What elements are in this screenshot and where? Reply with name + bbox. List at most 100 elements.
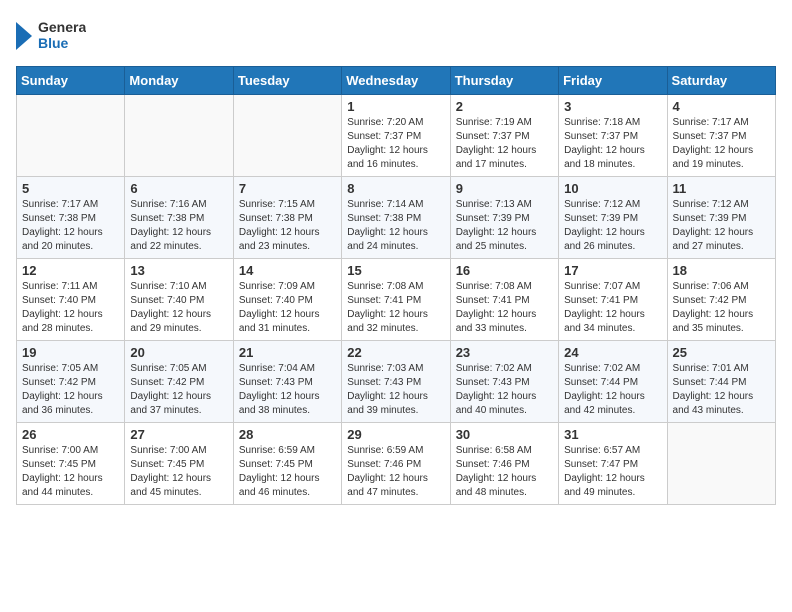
day-number: 10 xyxy=(564,181,661,196)
day-number: 4 xyxy=(673,99,770,114)
day-number: 28 xyxy=(239,427,336,442)
calendar-cell xyxy=(667,423,775,505)
weekday-header-sunday: Sunday xyxy=(17,67,125,95)
calendar-cell: 2Sunrise: 7:19 AM Sunset: 7:37 PM Daylig… xyxy=(450,95,558,177)
day-info: Sunrise: 7:04 AM Sunset: 7:43 PM Dayligh… xyxy=(239,362,336,418)
day-info: Sunrise: 7:08 AM Sunset: 7:41 PM Dayligh… xyxy=(456,280,553,336)
day-number: 16 xyxy=(456,263,553,278)
day-number: 29 xyxy=(347,427,444,442)
calendar-cell: 23Sunrise: 7:02 AM Sunset: 7:43 PM Dayli… xyxy=(450,341,558,423)
calendar-cell: 16 Sunrise: 7:08 AM Sunset: 7:41 PM Dayli… xyxy=(450,259,558,341)
calendar-cell: 13 Sunrise: 7:10 AM Sunset: 7:40 PM Dayli… xyxy=(125,259,233,341)
day-info: Sunrise: 7:11 AM Sunset: 7:40 PM Dayligh… xyxy=(22,280,119,336)
day-number: 12 xyxy=(22,263,119,278)
day-number: 26 xyxy=(22,427,119,442)
calendar-week-row: 26 Sunrise: 7:00 AM Sunset: 7:45 PM Dayli… xyxy=(17,423,776,505)
day-number: 30 xyxy=(456,427,553,442)
weekday-header-monday: Monday xyxy=(125,67,233,95)
calendar-cell: 10 Sunrise: 7:12 AM Sunset: 7:39 PM Dayli… xyxy=(559,177,667,259)
day-number: 19 xyxy=(22,345,119,360)
day-info: Sunrise: 7:19 AM Sunset: 7:37 PM Dayligh… xyxy=(456,116,553,172)
day-number: 9 xyxy=(456,181,553,196)
weekday-header-thursday: Thursday xyxy=(450,67,558,95)
day-number: 23 xyxy=(456,345,553,360)
day-info: Sunrise: 7:17 AM Sunset: 7:38 PM Dayligh… xyxy=(22,198,119,254)
day-number: 25 xyxy=(673,345,770,360)
day-info: Sunrise: 7:03 AM Sunset: 7:43 PM Dayligh… xyxy=(347,362,444,418)
day-number: 13 xyxy=(130,263,227,278)
day-info: Sunrise: 7:06 AM Sunset: 7:42 PM Dayligh… xyxy=(673,280,770,336)
calendar-cell: 26 Sunrise: 7:00 AM Sunset: 7:45 PM Dayli… xyxy=(17,423,125,505)
day-info: Sunrise: 7:05 AM Sunset: 7:42 PM Dayligh… xyxy=(130,362,227,418)
day-info: Sunrise: 7:12 AM Sunset: 7:39 PM Dayligh… xyxy=(564,198,661,254)
day-info: Sunrise: 7:17 AM Sunset: 7:37 PM Dayligh… xyxy=(673,116,770,172)
day-info: Sunrise: 6:58 AM Sunset: 7:46 PM Dayligh… xyxy=(456,444,553,500)
day-info: Sunrise: 7:01 AM Sunset: 7:44 PM Dayligh… xyxy=(673,362,770,418)
calendar-cell: 28 Sunrise: 6:59 AM Sunset: 7:45 PM Dayli… xyxy=(233,423,341,505)
day-number: 8 xyxy=(347,181,444,196)
day-info: Sunrise: 7:02 AM Sunset: 7:44 PM Dayligh… xyxy=(564,362,661,418)
day-info: Sunrise: 7:09 AM Sunset: 7:40 PM Dayligh… xyxy=(239,280,336,336)
calendar-cell: 22 Sunrise: 7:03 AM Sunset: 7:43 PM Dayli… xyxy=(342,341,450,423)
calendar-cell: 8Sunrise: 7:14 AM Sunset: 7:38 PM Daylig… xyxy=(342,177,450,259)
day-info: Sunrise: 7:07 AM Sunset: 7:41 PM Dayligh… xyxy=(564,280,661,336)
day-number: 11 xyxy=(673,181,770,196)
weekday-header-friday: Friday xyxy=(559,67,667,95)
weekday-header-tuesday: Tuesday xyxy=(233,67,341,95)
svg-text:General: General xyxy=(38,19,86,35)
calendar-cell: 12 Sunrise: 7:11 AM Sunset: 7:40 PM Dayli… xyxy=(17,259,125,341)
day-info: Sunrise: 6:59 AM Sunset: 7:45 PM Dayligh… xyxy=(239,444,336,500)
calendar-cell: 21Sunrise: 7:04 AM Sunset: 7:43 PM Dayli… xyxy=(233,341,341,423)
calendar-week-row: 5 Sunrise: 7:17 AM Sunset: 7:38 PM Daylig… xyxy=(17,177,776,259)
day-info: Sunrise: 7:15 AM Sunset: 7:38 PM Dayligh… xyxy=(239,198,336,254)
day-number: 22 xyxy=(347,345,444,360)
calendar-cell: 9Sunrise: 7:13 AM Sunset: 7:39 PM Daylig… xyxy=(450,177,558,259)
logo-svg: GeneralBlue xyxy=(16,16,86,54)
calendar-week-row: 12 Sunrise: 7:11 AM Sunset: 7:40 PM Dayli… xyxy=(17,259,776,341)
day-number: 15 xyxy=(347,263,444,278)
calendar-cell: 18Sunrise: 7:06 AM Sunset: 7:42 PM Dayli… xyxy=(667,259,775,341)
day-info: Sunrise: 7:00 AM Sunset: 7:45 PM Dayligh… xyxy=(130,444,227,500)
day-number: 14 xyxy=(239,263,336,278)
calendar-week-row: 1 Sunrise: 7:20 AM Sunset: 7:37 PM Daylig… xyxy=(17,95,776,177)
calendar-cell: 27 Sunrise: 7:00 AM Sunset: 7:45 PM Dayli… xyxy=(125,423,233,505)
day-number: 17 xyxy=(564,263,661,278)
day-info: Sunrise: 7:16 AM Sunset: 7:38 PM Dayligh… xyxy=(130,198,227,254)
header: GeneralBlue xyxy=(16,16,776,54)
svg-text:Blue: Blue xyxy=(38,35,69,51)
calendar-cell xyxy=(233,95,341,177)
calendar-cell: 25 Sunrise: 7:01 AM Sunset: 7:44 PM Dayli… xyxy=(667,341,775,423)
logo: GeneralBlue xyxy=(16,16,86,54)
calendar-cell: 3 Sunrise: 7:18 AM Sunset: 7:37 PM Daylig… xyxy=(559,95,667,177)
day-info: Sunrise: 7:05 AM Sunset: 7:42 PM Dayligh… xyxy=(22,362,119,418)
calendar-cell: 1 Sunrise: 7:20 AM Sunset: 7:37 PM Daylig… xyxy=(342,95,450,177)
day-info: Sunrise: 7:00 AM Sunset: 7:45 PM Dayligh… xyxy=(22,444,119,500)
calendar-cell: 4 Sunrise: 7:17 AM Sunset: 7:37 PM Daylig… xyxy=(667,95,775,177)
day-number: 5 xyxy=(22,181,119,196)
day-number: 27 xyxy=(130,427,227,442)
calendar-cell: 30 Sunrise: 6:58 AM Sunset: 7:46 PM Dayli… xyxy=(450,423,558,505)
weekday-header-saturday: Saturday xyxy=(667,67,775,95)
weekday-header-row: SundayMondayTuesdayWednesdayThursdayFrid… xyxy=(17,67,776,95)
calendar-cell: 20Sunrise: 7:05 AM Sunset: 7:42 PM Dayli… xyxy=(125,341,233,423)
day-info: Sunrise: 7:10 AM Sunset: 7:40 PM Dayligh… xyxy=(130,280,227,336)
calendar-cell: 14 Sunrise: 7:09 AM Sunset: 7:40 PM Dayli… xyxy=(233,259,341,341)
calendar-cell: 31Sunrise: 6:57 AM Sunset: 7:47 PM Dayli… xyxy=(559,423,667,505)
calendar-cell: 5 Sunrise: 7:17 AM Sunset: 7:38 PM Daylig… xyxy=(17,177,125,259)
calendar-cell: 17 Sunrise: 7:07 AM Sunset: 7:41 PM Dayli… xyxy=(559,259,667,341)
day-info: Sunrise: 7:08 AM Sunset: 7:41 PM Dayligh… xyxy=(347,280,444,336)
day-info: Sunrise: 7:18 AM Sunset: 7:37 PM Dayligh… xyxy=(564,116,661,172)
day-info: Sunrise: 7:20 AM Sunset: 7:37 PM Dayligh… xyxy=(347,116,444,172)
calendar-cell: 7Sunrise: 7:15 AM Sunset: 7:38 PM Daylig… xyxy=(233,177,341,259)
calendar-cell: 15 Sunrise: 7:08 AM Sunset: 7:41 PM Dayli… xyxy=(342,259,450,341)
day-number: 24 xyxy=(564,345,661,360)
calendar-cell: 6Sunrise: 7:16 AM Sunset: 7:38 PM Daylig… xyxy=(125,177,233,259)
weekday-header-wednesday: Wednesday xyxy=(342,67,450,95)
calendar-cell: 11 Sunrise: 7:12 AM Sunset: 7:39 PM Dayli… xyxy=(667,177,775,259)
day-info: Sunrise: 7:12 AM Sunset: 7:39 PM Dayligh… xyxy=(673,198,770,254)
day-number: 3 xyxy=(564,99,661,114)
calendar-cell xyxy=(125,95,233,177)
calendar-table: SundayMondayTuesdayWednesdayThursdayFrid… xyxy=(16,66,776,505)
day-number: 31 xyxy=(564,427,661,442)
day-number: 1 xyxy=(347,99,444,114)
